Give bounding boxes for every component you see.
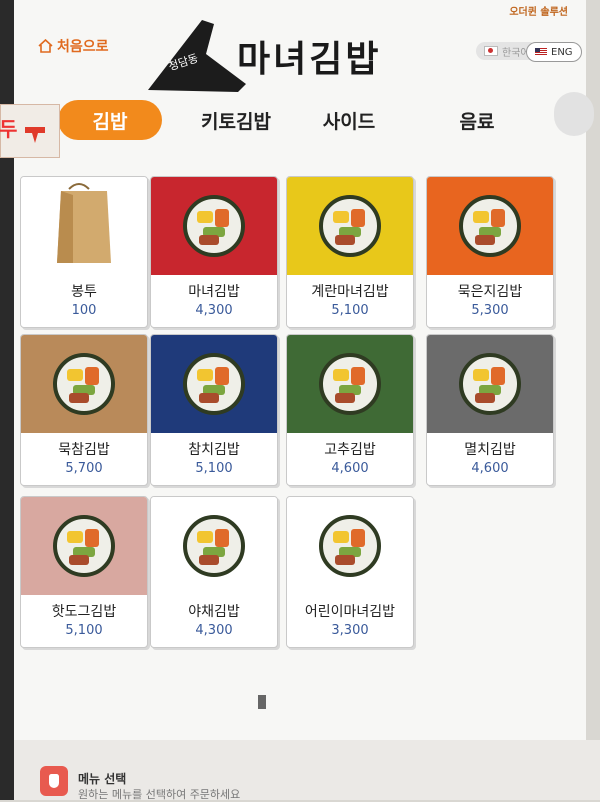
gimbap-image [427,335,553,433]
tab-keto-gimbap[interactable]: 키토김밥 [182,100,290,140]
menu-item-name: 묵참김밥 [58,442,110,458]
kr-flag-icon [484,46,498,56]
menu-item-price: 5,100 [331,303,369,318]
menu-item-price: 100 [71,303,97,318]
gimbap-roll-icon [459,195,521,257]
gimbap-image [287,497,413,595]
menu-item-card[interactable]: 어린이마녀김밥 3,300 [286,496,414,648]
side-sign-text: 두 [0,117,18,141]
us-flag-icon [535,48,547,56]
tab-side[interactable]: 사이드 [304,100,394,140]
arrow-down-icon [25,127,45,143]
menu-item-price: 5,300 [471,303,509,318]
menu-item-price: 5,100 [195,461,233,476]
menu-item-card[interactable]: 참치김밥 5,100 [150,334,278,486]
menu-item-card[interactable]: 묵은지김밥 5,300 [426,176,554,328]
menu-item-name: 참치김밥 [188,442,240,458]
gimbap-image [287,177,413,275]
gimbap-image [21,497,147,595]
lang-english-button[interactable]: ENG [526,42,582,62]
gimbap-roll-icon [53,353,115,415]
gimbap-image [427,177,553,275]
gimbap-image [21,335,147,433]
menu-item-name: 핫도그김밥 [51,604,117,620]
witch-hat-icon [148,20,246,92]
guide-title: 메뉴 선택 [78,772,127,786]
menu-item-name: 묵은지김밥 [457,284,523,300]
gimbap-roll-icon [319,353,381,415]
menu-item-name: 멸치김밥 [464,442,516,458]
gimbap-image [151,497,277,595]
menu-item-name: 어린이마녀김밥 [304,604,396,620]
tab-gimbap[interactable]: 김밥 [58,100,162,140]
menu-item-price: 4,300 [195,623,233,638]
menu-item-price: 5,700 [65,461,103,476]
guide-bar: 메뉴 선택 원하는 메뉴를 선택하여 주문하세요 [14,740,600,801]
menu-item-card[interactable]: 마녀김밥 4,300 [150,176,278,328]
gimbap-image [151,335,277,433]
home-icon [38,39,53,53]
gimbap-roll-icon [459,353,521,415]
category-tabs: 김밥 키토김밥 사이드 음료 [14,92,594,144]
menu-item-card[interactable]: 핫도그김밥 5,100 [20,496,148,648]
menu-item-price: 3,300 [331,623,369,638]
logo-title: 마녀김밥 [237,39,382,80]
tabs-scroll-handle[interactable] [554,92,594,136]
menu-item-name: 봉투 [71,284,97,300]
gimbap-roll-icon [183,353,245,415]
menu-item-price: 4,600 [331,461,369,476]
menu-item-price: 4,300 [195,303,233,318]
page-indicator [258,695,266,709]
brand-logo: 청담동 마녀김밥 [142,14,442,94]
side-sign: 두 [0,104,60,158]
menu-item-card[interactable]: 계란마녀김밥 5,100 [286,176,414,328]
gimbap-roll-icon [183,515,245,577]
menu-item-card[interactable]: 멸치김밥 4,600 [426,334,554,486]
menu-item-price: 4,600 [471,461,509,476]
bag-image [21,177,147,275]
menu-item-name: 야채김밥 [188,604,240,620]
menu-item-card[interactable]: 고추김밥 4,600 [286,334,414,486]
menu-item-card[interactable]: 봉투 100 [20,176,148,328]
menu-item-card[interactable]: 묵참김밥 5,700 [20,334,148,486]
menu-item-price: 5,100 [65,623,103,638]
home-button[interactable]: 처음으로 [38,36,109,56]
lang-english-label: ENG [551,46,573,58]
gimbap-roll-icon [319,195,381,257]
gimbap-roll-icon [53,515,115,577]
paper-bag-icon [57,183,111,263]
menu-item-name: 고추김밥 [324,442,376,458]
gimbap-roll-icon [319,515,381,577]
gimbap-roll-icon [183,195,245,257]
menu-item-name: 마녀김밥 [188,284,240,300]
kiosk-screen: 오더퀸 솔루션 처음으로 청담동 마녀김밥 한국어 ENG 김밥 키토김밥 사이… [14,0,594,740]
gimbap-image [151,177,277,275]
touch-icon [40,766,68,796]
tab-drinks[interactable]: 음료 [434,100,520,140]
vendor-brand: 오더퀸 솔루션 [509,7,568,18]
home-label: 처음으로 [57,39,109,55]
menu-item-name: 계란마녀김밥 [311,284,389,300]
menu-item-card[interactable]: 야채김밥 4,300 [150,496,278,648]
gimbap-image [287,335,413,433]
